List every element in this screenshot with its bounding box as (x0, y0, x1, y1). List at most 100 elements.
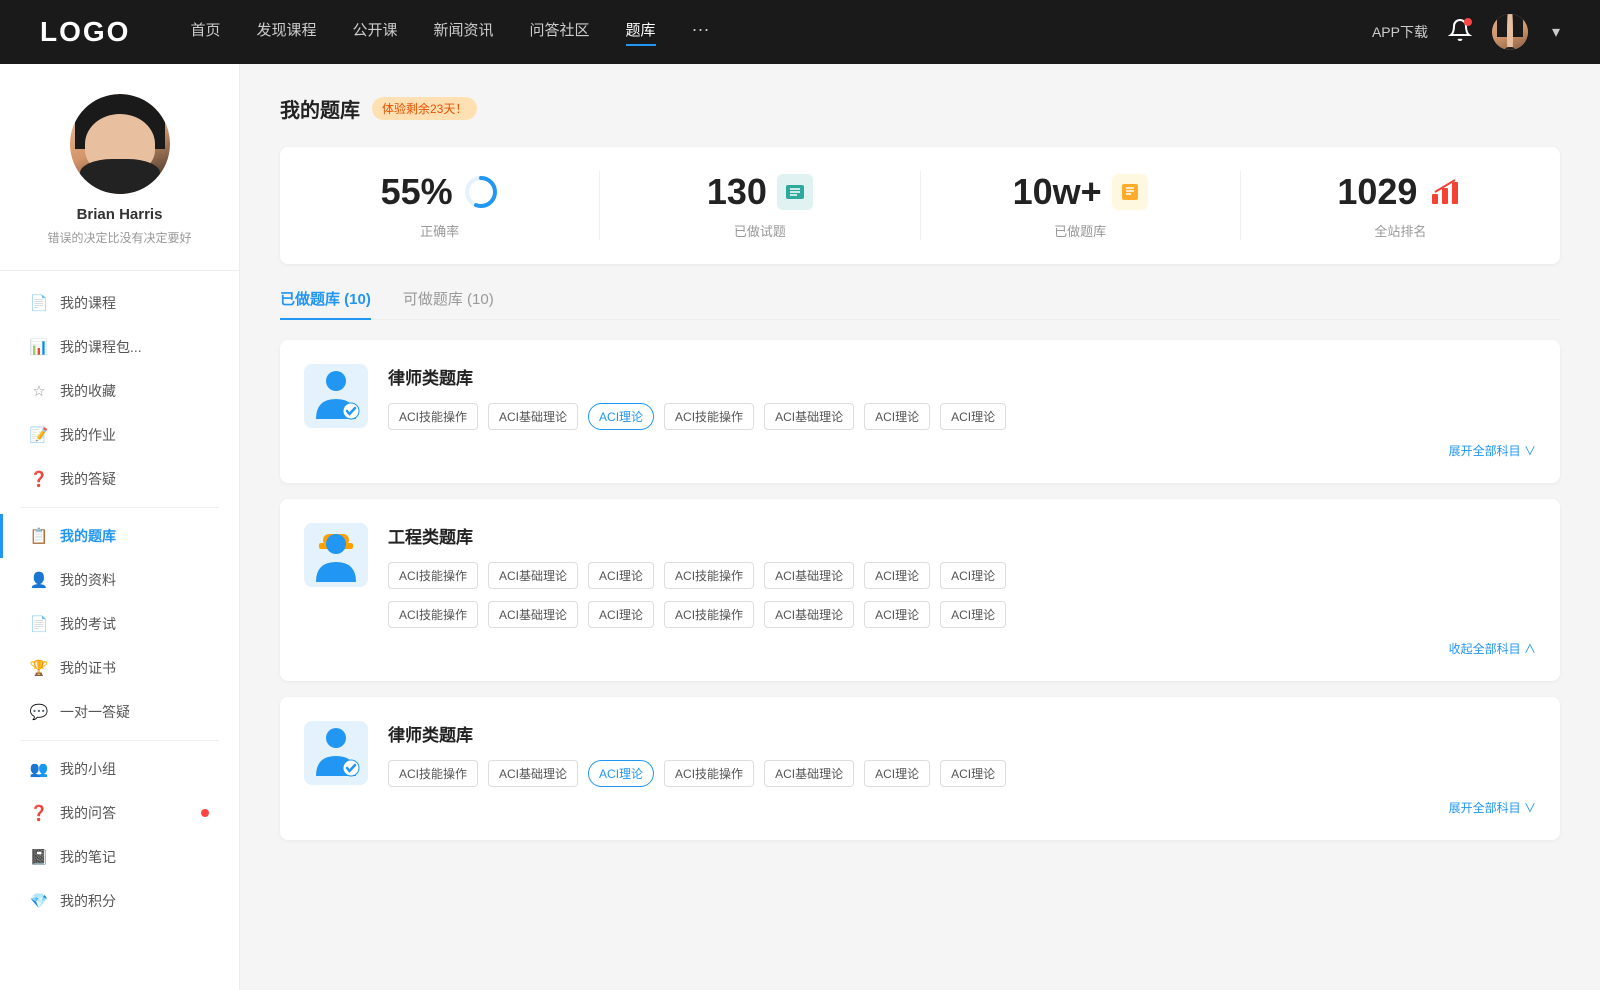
stat-banks-top: 10w+ (1013, 171, 1148, 213)
stat-done-label: 已做试题 (734, 221, 786, 240)
tag-2-10[interactable]: ACI理论 (588, 601, 654, 628)
lawyer-svg-2 (311, 726, 361, 780)
qbank-content-1: 律师类题库 ACI技能操作 ACI基础理论 ACI理论 ACI技能操作 ACI基… (388, 364, 1536, 430)
tag-2-3[interactable]: ACI理论 (588, 562, 654, 589)
tag-1-3[interactable]: ACI理论 (588, 403, 654, 430)
stat-accuracy-value: 55% (381, 171, 453, 213)
qbank-expand-3[interactable]: 展开全部科目 ∨ (304, 799, 1536, 816)
qbank-title-3: 律师类题库 (388, 721, 1536, 746)
sidebar-label-favorites: 我的收藏 (60, 381, 209, 401)
sidebar-item-course-package[interactable]: 📊 我的课程包... (0, 325, 239, 369)
notification-bell[interactable] (1448, 18, 1472, 47)
nav-open-course[interactable]: 公开课 (352, 19, 397, 46)
sidebar-item-questions[interactable]: ❓ 我的问答 (0, 791, 239, 835)
user-avatar[interactable] (1492, 14, 1528, 50)
sidebar-label-group: 我的小组 (60, 759, 209, 779)
sidebar-label-qbank: 我的题库 (60, 526, 209, 546)
tag-1-2[interactable]: ACI基础理论 (488, 403, 578, 430)
sidebar-item-1on1[interactable]: 💬 一对一答疑 (0, 690, 239, 734)
qbank-title-1: 律师类题库 (388, 364, 1536, 389)
sidebar-item-favorites[interactable]: ☆ 我的收藏 (0, 369, 239, 413)
tag-3-3[interactable]: ACI理论 (588, 760, 654, 787)
questions-notification-dot (201, 809, 209, 817)
sidebar-label-notes: 我的笔记 (60, 847, 209, 867)
done-questions-icon (777, 174, 813, 210)
tag-2-4[interactable]: ACI技能操作 (664, 562, 754, 589)
tag-2-13[interactable]: ACI理论 (864, 601, 930, 628)
sidebar-label-course: 我的课程 (60, 293, 209, 313)
sidebar-item-homework[interactable]: 📝 我的作业 (0, 413, 239, 457)
tab-available-banks[interactable]: 可做题库 (10) (403, 288, 494, 319)
sidebar-label-1on1: 一对一答疑 (60, 702, 209, 722)
nav-discover[interactable]: 发现课程 (256, 19, 316, 46)
lawyer-svg (311, 369, 361, 423)
profile-avatar[interactable] (70, 94, 170, 194)
sidebar-label-exam: 我的考试 (60, 614, 209, 634)
user-profile: Brian Harris 错误的决定比没有决定要好 (0, 94, 239, 271)
tag-3-7[interactable]: ACI理论 (940, 760, 1006, 787)
tab-done-banks[interactable]: 已做题库 (10) (280, 288, 371, 319)
sidebar-item-certificate[interactable]: 🏆 我的证书 (0, 646, 239, 690)
sidebar-item-points[interactable]: 💎 我的积分 (0, 879, 239, 923)
tag-3-4[interactable]: ACI技能操作 (664, 760, 754, 787)
stat-rank-top: 1029 (1337, 171, 1463, 213)
sidebar-item-exam[interactable]: 📄 我的考试 (0, 602, 239, 646)
exam-icon: 📄 (30, 615, 48, 633)
sidebar-item-qa-personal[interactable]: ❓ 我的答疑 (0, 457, 239, 501)
engineer-svg (311, 526, 361, 584)
tag-2-14[interactable]: ACI理论 (940, 601, 1006, 628)
profile-bio: 错误的决定比没有决定要好 (47, 229, 191, 246)
stats-bar: 55% 正确率 130 (280, 147, 1560, 264)
stat-rank-label: 全站排名 (1374, 221, 1426, 240)
tag-1-7[interactable]: ACI理论 (940, 403, 1006, 430)
favorites-icon: ☆ (30, 382, 48, 400)
tag-2-12[interactable]: ACI基础理论 (764, 601, 854, 628)
sidebar-item-course[interactable]: 📄 我的课程 (0, 281, 239, 325)
sidebar-label-qa-personal: 我的答疑 (60, 469, 209, 489)
stat-accuracy-top: 55% (381, 171, 499, 213)
tag-3-1[interactable]: ACI技能操作 (388, 760, 478, 787)
tag-2-6[interactable]: ACI理论 (864, 562, 930, 589)
sidebar-item-group[interactable]: 👥 我的小组 (0, 747, 239, 791)
course-package-icon: 📊 (30, 338, 48, 356)
tag-1-5[interactable]: ACI基础理论 (764, 403, 854, 430)
tag-2-8[interactable]: ACI技能操作 (388, 601, 478, 628)
notes-icon: 📓 (30, 848, 48, 866)
stat-rank: 1029 全站排名 (1241, 171, 1560, 240)
sidebar-item-notes[interactable]: 📓 我的笔记 (0, 835, 239, 879)
nav-qbank[interactable]: 题库 (626, 19, 656, 46)
course-icon: 📄 (30, 294, 48, 312)
trial-badge: 体验剩余23天！ (372, 97, 477, 120)
qa-personal-icon: ❓ (30, 470, 48, 488)
nav-news[interactable]: 新闻资讯 (434, 19, 494, 46)
tag-3-6[interactable]: ACI理论 (864, 760, 930, 787)
tag-3-2[interactable]: ACI基础理论 (488, 760, 578, 787)
nav-home[interactable]: 首页 (190, 19, 220, 46)
tag-1-1[interactable]: ACI技能操作 (388, 403, 478, 430)
qbank-tags-2-row1: ACI技能操作 ACI基础理论 ACI理论 ACI技能操作 ACI基础理论 AC… (388, 562, 1536, 589)
user-menu-chevron[interactable]: ▾ (1552, 22, 1560, 42)
nav-qa[interactable]: 问答社区 (530, 19, 590, 46)
tag-2-1[interactable]: ACI技能操作 (388, 562, 478, 589)
tag-2-11[interactable]: ACI技能操作 (664, 601, 754, 628)
qbank-content-2: 工程类题库 ACI技能操作 ACI基础理论 ACI理论 ACI技能操作 ACI基… (388, 523, 1536, 628)
tag-2-7[interactable]: ACI理论 (940, 562, 1006, 589)
tag-2-5[interactable]: ACI基础理论 (764, 562, 854, 589)
tag-1-4[interactable]: ACI技能操作 (664, 403, 754, 430)
nav-more[interactable]: ··· (692, 19, 710, 46)
tag-3-5[interactable]: ACI基础理论 (764, 760, 854, 787)
tag-1-6[interactable]: ACI理论 (864, 403, 930, 430)
profile-name: Brian Harris (77, 206, 163, 223)
stat-accuracy: 55% 正确率 (280, 171, 600, 240)
qbank-content-3: 律师类题库 ACI技能操作 ACI基础理论 ACI理论 ACI技能操作 ACI基… (388, 721, 1536, 787)
tag-2-9[interactable]: ACI基础理论 (488, 601, 578, 628)
sidebar-item-profile[interactable]: 👤 我的资料 (0, 558, 239, 602)
qbank-icon-lawyer-1 (304, 364, 368, 428)
sidebar-item-qbank[interactable]: 📋 我的题库 (0, 514, 239, 558)
tag-2-2[interactable]: ACI基础理论 (488, 562, 578, 589)
app-download-button[interactable]: APP下载 (1372, 22, 1428, 42)
qbank-collapse-2[interactable]: 收起全部科目 ∧ (304, 640, 1536, 657)
qbank-expand-1[interactable]: 展开全部科目 ∨ (304, 442, 1536, 459)
main-content: 我的题库 体验剩余23天！ 55% 正确率 13 (240, 64, 1600, 990)
stat-banks-value: 10w+ (1013, 171, 1102, 213)
